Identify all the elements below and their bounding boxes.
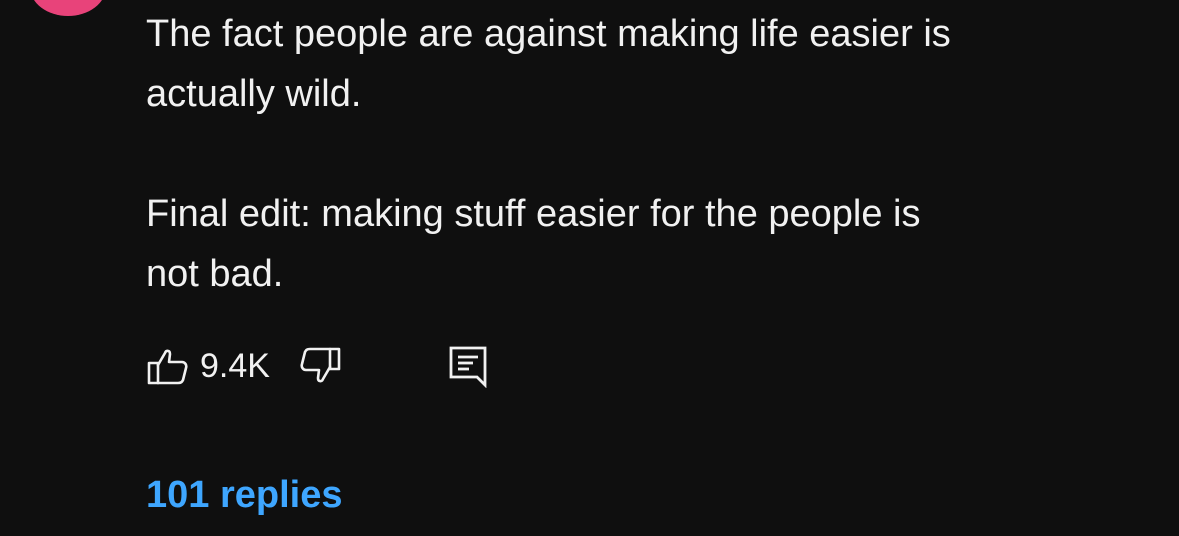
comment-icon (449, 346, 487, 388)
dislike-button[interactable] (298, 344, 342, 388)
thumbs-up-icon (147, 349, 188, 385)
view-replies-link[interactable]: 101 replies (146, 474, 342, 517)
reply-button[interactable] (446, 344, 490, 388)
thumbs-down-icon (300, 347, 341, 383)
comment-actions: 9.4K (146, 344, 490, 388)
comment-edit-paragraph: Final edit: making stuff easier for the … (146, 193, 921, 295)
like-count: 9.4K (200, 346, 270, 385)
avatar[interactable] (30, 0, 106, 16)
comment-thread: The fact people are against making life … (0, 0, 1179, 536)
comment-body: The fact people are against making life … (146, 4, 1146, 304)
like-button[interactable] (146, 344, 190, 388)
comment-paragraph: The fact people are against making life … (146, 13, 951, 115)
